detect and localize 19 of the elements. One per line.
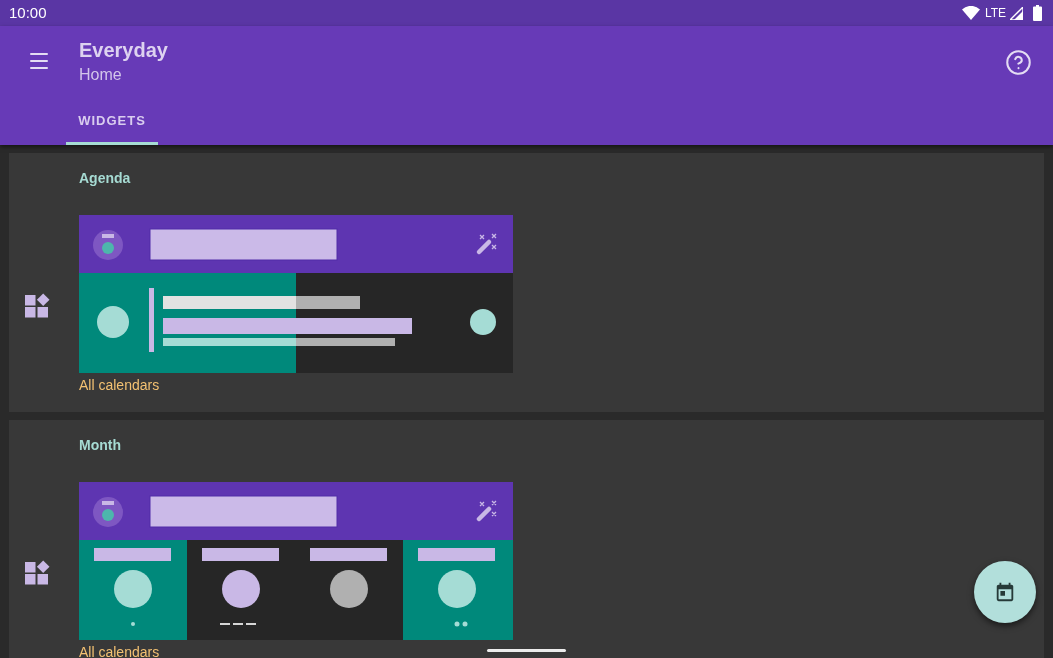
status-time: 10:00 bbox=[9, 4, 47, 22]
gesture-handle[interactable] bbox=[487, 649, 566, 652]
calendars-label: All calendars bbox=[79, 643, 160, 658]
help-button[interactable] bbox=[1004, 48, 1032, 76]
signal-icon bbox=[1010, 6, 1023, 20]
widget-title: Agenda bbox=[79, 169, 131, 188]
widget-card[interactable]: Agenda All calendars bbox=[9, 153, 1044, 412]
wifi-icon bbox=[961, 6, 980, 20]
widgets-icon bbox=[25, 293, 50, 318]
calendars-label: All calendars bbox=[79, 376, 160, 395]
widgets-icon bbox=[25, 560, 50, 585]
tab[interactable]: WIDGETS bbox=[66, 100, 158, 145]
widget-title: Month bbox=[79, 436, 121, 455]
calendar-icon bbox=[994, 581, 1016, 603]
app-subtitle: Home bbox=[79, 65, 123, 85]
widget-card[interactable]: Month All calendars bbox=[9, 420, 1044, 658]
network-type: LTE bbox=[984, 6, 1006, 20]
app-title: Everyday bbox=[79, 38, 168, 62]
battery-icon bbox=[1033, 5, 1042, 21]
